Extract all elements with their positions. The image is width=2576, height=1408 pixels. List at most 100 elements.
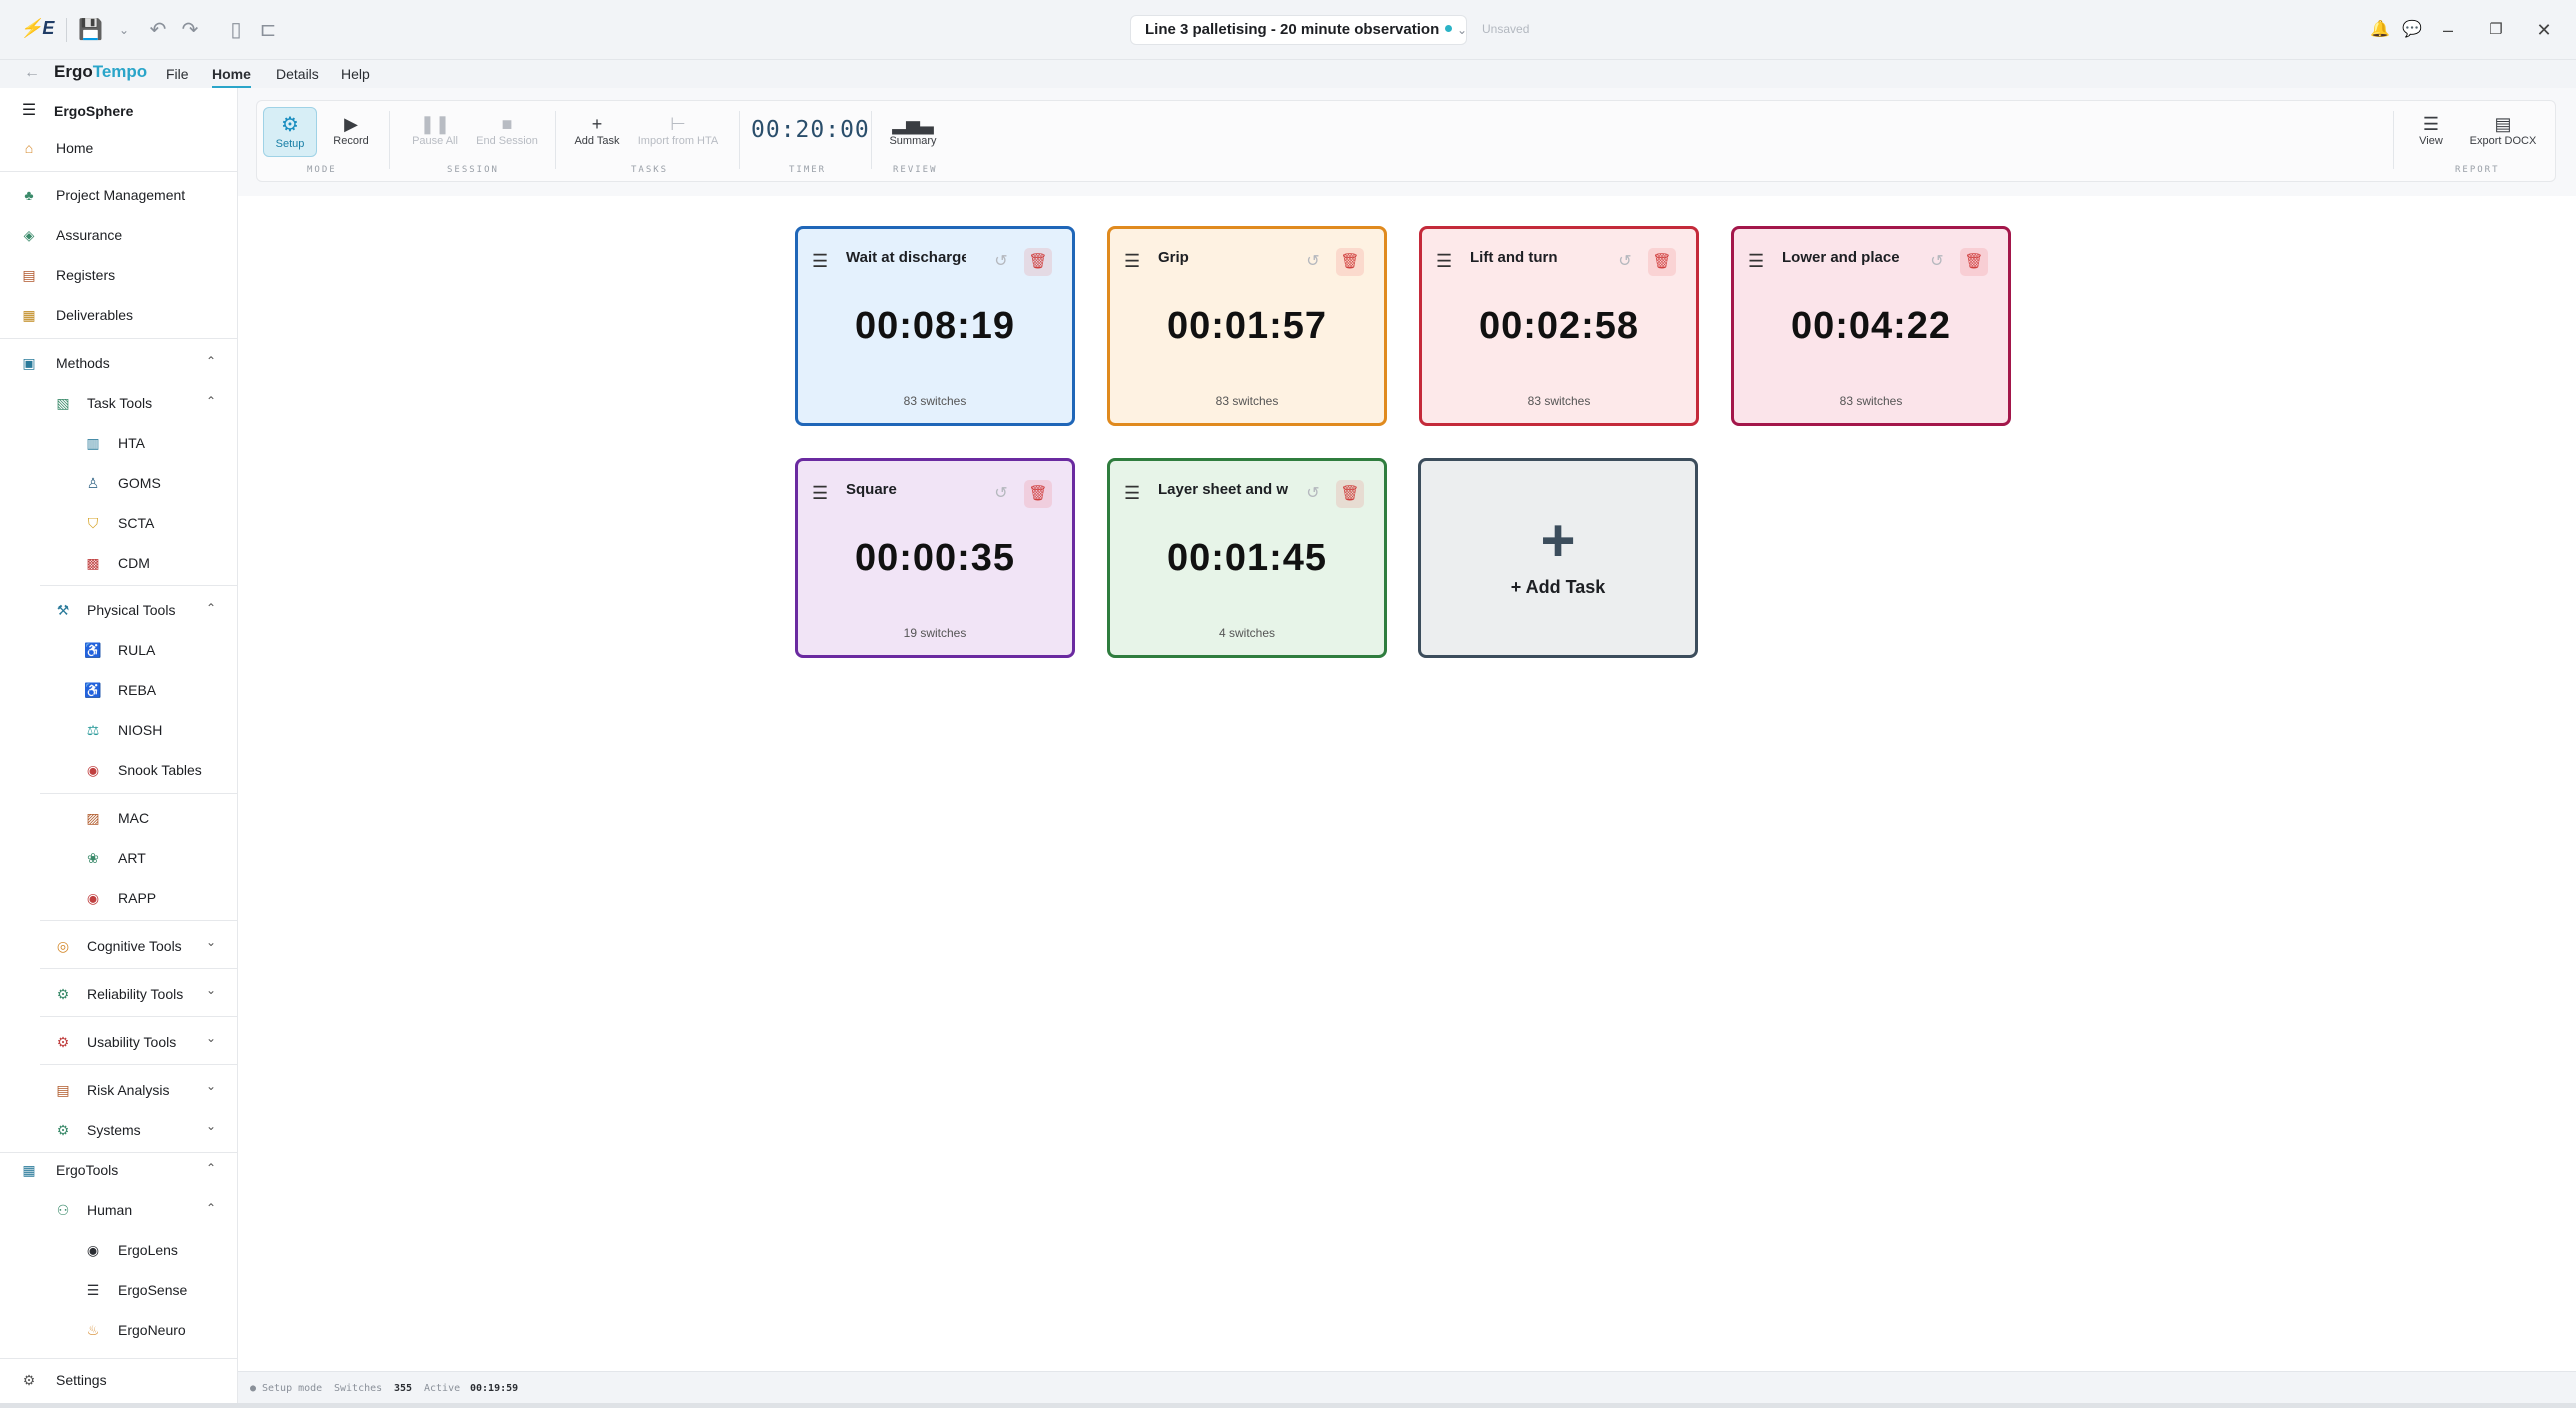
task-card[interactable]: ☰ Lift and turn ↺ 🗑 00:02:58 83 switches	[1419, 226, 1699, 426]
chevron-down-icon[interactable]: ⌄	[206, 1031, 216, 1045]
reset-icon[interactable]: ↺	[988, 249, 1014, 275]
sidebar-item-task-tools[interactable]: Task Tools	[87, 395, 152, 411]
drag-handle-icon[interactable]: ☰	[1436, 251, 1452, 272]
minimize-button[interactable]: –	[2434, 16, 2462, 44]
menu-details[interactable]: Details	[276, 66, 319, 82]
add-task-card[interactable]: + + Add Task	[1418, 458, 1698, 658]
open-folder-icon[interactable]: ⊏	[256, 18, 280, 42]
chevron-down-icon[interactable]: ⌄	[206, 1119, 216, 1133]
task-name[interactable]: Square	[846, 481, 966, 498]
delete-trash-icon[interactable]: 🗑	[1024, 248, 1052, 276]
sidebar-item-human[interactable]: Human	[87, 1202, 132, 1218]
sidebar-item-rapp[interactable]: RAPP	[118, 890, 156, 906]
sidebar-item-mac[interactable]: MAC	[118, 810, 149, 826]
sidebar-item-registers[interactable]: Registers	[56, 267, 115, 283]
sidebar-item-project-management[interactable]: Project Management	[56, 187, 185, 203]
task-name[interactable]: Lower and place	[1782, 249, 1902, 266]
title-dropdown-icon[interactable]: ⌄	[1450, 18, 1474, 42]
end-session-button[interactable]: ■ End Session	[469, 113, 545, 147]
notifications-icon[interactable]: 🔔	[2368, 18, 2392, 42]
chevron-up-icon[interactable]: ⌃	[206, 1201, 216, 1215]
drag-handle-icon[interactable]: ☰	[1748, 251, 1764, 272]
summary-button[interactable]: ▂▅▃ Summary	[883, 113, 943, 147]
chevron-up-icon[interactable]: ⌃	[206, 601, 216, 615]
sidebar-item-reliability-tools[interactable]: Reliability Tools	[87, 986, 183, 1002]
delete-trash-icon[interactable]: 🗑	[1336, 248, 1364, 276]
chevron-down-icon[interactable]: ⌄	[206, 1079, 216, 1093]
delete-trash-icon[interactable]: 🗑	[1960, 248, 1988, 276]
undo-icon[interactable]: ↶	[146, 18, 170, 42]
chat-icon[interactable]: 💬	[2400, 18, 2424, 42]
reset-icon[interactable]: ↺	[1612, 249, 1638, 275]
view-report-button[interactable]: ☰ View	[2409, 113, 2453, 147]
pause-all-button[interactable]: ❚❚ Pause All	[407, 113, 463, 147]
drag-handle-icon[interactable]: ☰	[812, 483, 828, 504]
task-name[interactable]: Lift and turn	[1470, 249, 1590, 266]
sidebar-item-systems[interactable]: Systems	[87, 1122, 141, 1138]
sidebar-item-snook-tables[interactable]: Snook Tables	[118, 762, 202, 778]
close-button[interactable]: ✕	[2530, 16, 2558, 44]
sidebar-item-reba[interactable]: REBA	[118, 682, 156, 698]
sidebar-item-cognitive-tools[interactable]: Cognitive Tools	[87, 938, 182, 954]
task-name[interactable]: Layer sheet and wrap	[1158, 481, 1288, 498]
sidebar-item-rula[interactable]: RULA	[118, 642, 155, 658]
sidebar-item-ergotools[interactable]: ErgoTools	[56, 1162, 118, 1178]
chevron-down-icon[interactable]: ⌄	[206, 935, 216, 949]
task-name[interactable]: Grip	[1158, 249, 1278, 266]
delete-trash-icon[interactable]: 🗑	[1336, 480, 1364, 508]
redo-icon[interactable]: ↷	[178, 18, 202, 42]
sidebar-item-deliverables[interactable]: Deliverables	[56, 307, 133, 323]
sidebar-item-ergosense[interactable]: ErgoSense	[118, 1282, 187, 1298]
delete-trash-icon[interactable]: 🗑	[1648, 248, 1676, 276]
task-name[interactable]: Wait at discharge	[846, 249, 966, 266]
reset-icon[interactable]: ↺	[1300, 249, 1326, 275]
sidebar-item-risk-analysis[interactable]: Risk Analysis	[87, 1082, 169, 1098]
sidebar-item-hta[interactable]: HTA	[118, 435, 145, 451]
menu-help[interactable]: Help	[341, 66, 370, 82]
sidebar-item-scta[interactable]: SCTA	[118, 515, 154, 531]
task-card[interactable]: ☰ Square ↺ 🗑 00:00:35 19 switches	[795, 458, 1075, 658]
chevron-up-icon[interactable]: ⌃	[206, 1161, 216, 1175]
sidebar-item-assurance[interactable]: Assurance	[56, 227, 122, 243]
app-logo[interactable]: ⚡E	[20, 16, 54, 40]
delete-trash-icon[interactable]: 🗑	[1024, 480, 1052, 508]
save-icon[interactable]: 💾	[78, 18, 103, 42]
task-card[interactable]: ☰ Wait at discharge ↺ 🗑 00:08:19 83 swit…	[795, 226, 1075, 426]
drag-handle-icon[interactable]: ☰	[1124, 251, 1140, 272]
sidebar-item-ergolens[interactable]: ErgoLens	[118, 1242, 178, 1258]
drag-handle-icon[interactable]: ☰	[812, 251, 828, 272]
sidebar-item-art[interactable]: ART	[118, 850, 146, 866]
sidebar-item-home[interactable]: Home	[56, 140, 93, 156]
chevron-up-icon[interactable]: ⌃	[206, 354, 216, 368]
import-hta-button[interactable]: ⊢ Import from HTA	[633, 113, 723, 147]
sidebar-item-cdm[interactable]: CDM	[118, 555, 150, 571]
setup-mode-button[interactable]: ⚙ Setup	[263, 107, 317, 157]
chevron-down-icon[interactable]: ⌄	[112, 18, 136, 42]
new-file-icon[interactable]: ▯	[224, 18, 248, 42]
chevron-up-icon[interactable]: ⌃	[206, 394, 216, 408]
back-arrow-icon[interactable]: ←	[24, 64, 40, 82]
restore-button[interactable]: ❐	[2482, 16, 2510, 44]
sidebar-item-goms[interactable]: GOMS	[118, 475, 161, 491]
task-card[interactable]: ☰ Layer sheet and wrap ↺ 🗑 00:01:45 4 sw…	[1107, 458, 1387, 658]
sidebar-item-settings[interactable]: Settings	[56, 1372, 107, 1388]
sidebar-item-physical-tools[interactable]: Physical Tools	[87, 602, 175, 618]
record-button[interactable]: ▶ Record	[323, 113, 379, 147]
session-timer[interactable]: 00:20:00	[751, 117, 870, 143]
export-docx-button[interactable]: ▤ Export DOCX	[2461, 113, 2545, 147]
sidebar-item-usability-tools[interactable]: Usability Tools	[87, 1034, 176, 1050]
reset-icon[interactable]: ↺	[988, 481, 1014, 507]
add-task-button[interactable]: + Add Task	[569, 113, 625, 147]
drag-handle-icon[interactable]: ☰	[1124, 483, 1140, 504]
reset-icon[interactable]: ↺	[1924, 249, 1950, 275]
hamburger-icon[interactable]: ☰	[20, 102, 38, 120]
document-title[interactable]: Line 3 palletising - 20 minute observati…	[1130, 15, 1468, 45]
sidebar-item-methods[interactable]: Methods	[56, 355, 110, 371]
menu-file[interactable]: File	[166, 66, 189, 82]
task-card[interactable]: ☰ Grip ↺ 🗑 00:01:57 83 switches	[1107, 226, 1387, 426]
chevron-down-icon[interactable]: ⌄	[206, 983, 216, 997]
sidebar-item-ergoneuro[interactable]: ErgoNeuro	[118, 1322, 186, 1338]
menu-home[interactable]: Home	[212, 66, 251, 88]
task-card[interactable]: ☰ Lower and place ↺ 🗑 00:04:22 83 switch…	[1731, 226, 2011, 426]
reset-icon[interactable]: ↺	[1300, 481, 1326, 507]
